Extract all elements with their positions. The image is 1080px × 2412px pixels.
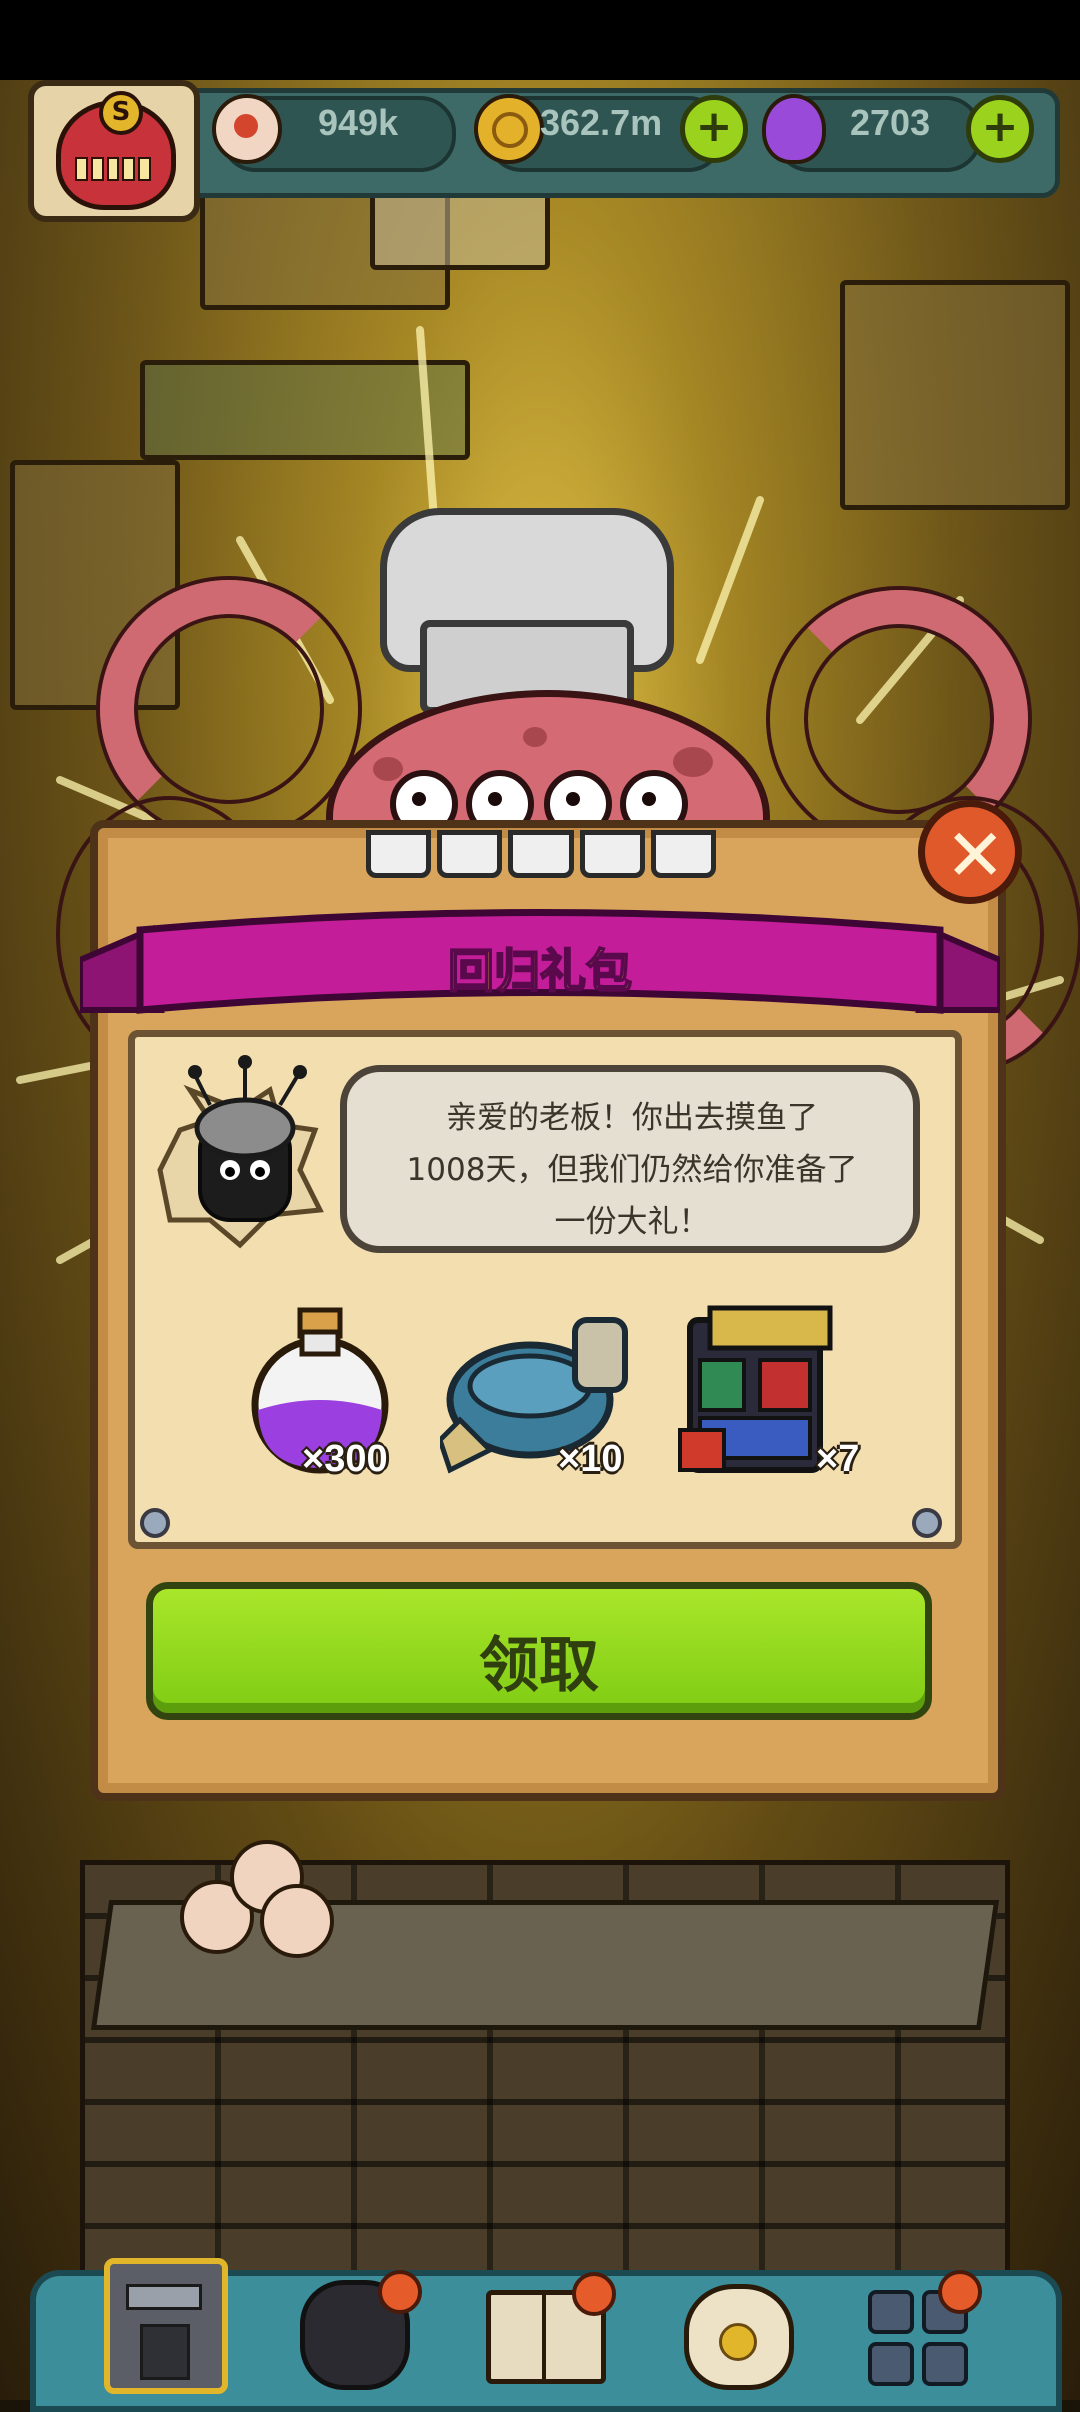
npc-portrait: [150, 1050, 330, 1250]
eyeball-icon: [212, 94, 282, 164]
player-level-badge[interactable]: S: [28, 80, 200, 222]
potion-icon: [762, 94, 826, 164]
nav-kitchen[interactable]: [96, 2250, 228, 2394]
nav-monsters[interactable]: [290, 2250, 422, 2390]
notification-dot: [938, 2270, 982, 2314]
dialog-title: 回归礼包: [447, 943, 633, 999]
octopus-tentacle-left: [100, 580, 358, 838]
eyeball-count: 949k: [318, 102, 399, 143]
close-button[interactable]: ✕: [918, 800, 1022, 904]
message-line-2: 1008天，但我们仍然给你准备了: [406, 1152, 858, 1188]
add-potions-button[interactable]: +: [966, 95, 1034, 163]
status-bar: [0, 0, 1080, 80]
notification-dot: [378, 2270, 422, 2314]
reward-item[interactable]: ×300: [220, 1300, 420, 1500]
message-line-1: 亲爱的老板！你出去摸鱼了: [446, 1100, 818, 1136]
spiky-blob-npc-icon: [157, 1055, 324, 1249]
rivet: [912, 1508, 942, 1538]
octopus-teeth: [366, 830, 717, 878]
coin-count: 362.7m: [540, 102, 663, 143]
add-coins-button[interactable]: +: [680, 95, 748, 163]
notification-dot: [572, 2272, 616, 2316]
reward-count: ×7: [816, 1438, 860, 1480]
claim-button[interactable]: 领取: [146, 1582, 932, 1720]
resource-bar: 949k 362.7m + 2703 + S: [0, 80, 1080, 222]
speech-bubble: 亲爱的老板！你出去摸鱼了 1008天，但我们仍然给你准备了 一份大礼！: [340, 1065, 920, 1253]
kitchen-icon: [104, 2258, 228, 2394]
reward-item[interactable]: ×10: [437, 1300, 640, 1500]
monster-avatar-icon: S: [56, 91, 176, 210]
reward-item[interactable]: ×7: [670, 1300, 870, 1500]
level-letter: S: [99, 91, 143, 135]
rivet: [140, 1508, 170, 1538]
reward-count: ×10: [558, 1438, 623, 1480]
money-bag-icon: [684, 2284, 794, 2390]
close-icon: ✕: [945, 813, 1006, 897]
nav-more[interactable]: [858, 2250, 988, 2390]
nav-shop[interactable]: [670, 2250, 800, 2390]
dialog-message: 亲爱的老板！你出去摸鱼了 1008天，但我们仍然给你准备了 一份大礼！: [367, 1092, 897, 1248]
eyeball-pile-icon: [180, 1840, 334, 1958]
reward-count: ×300: [302, 1438, 388, 1480]
claim-button-label: 领取: [479, 1631, 599, 1701]
message-line-3: 一份大礼！: [554, 1204, 710, 1240]
nav-recipes[interactable]: [480, 2250, 616, 2390]
coin-icon: [474, 94, 544, 164]
potion-count: 2703: [850, 102, 931, 143]
